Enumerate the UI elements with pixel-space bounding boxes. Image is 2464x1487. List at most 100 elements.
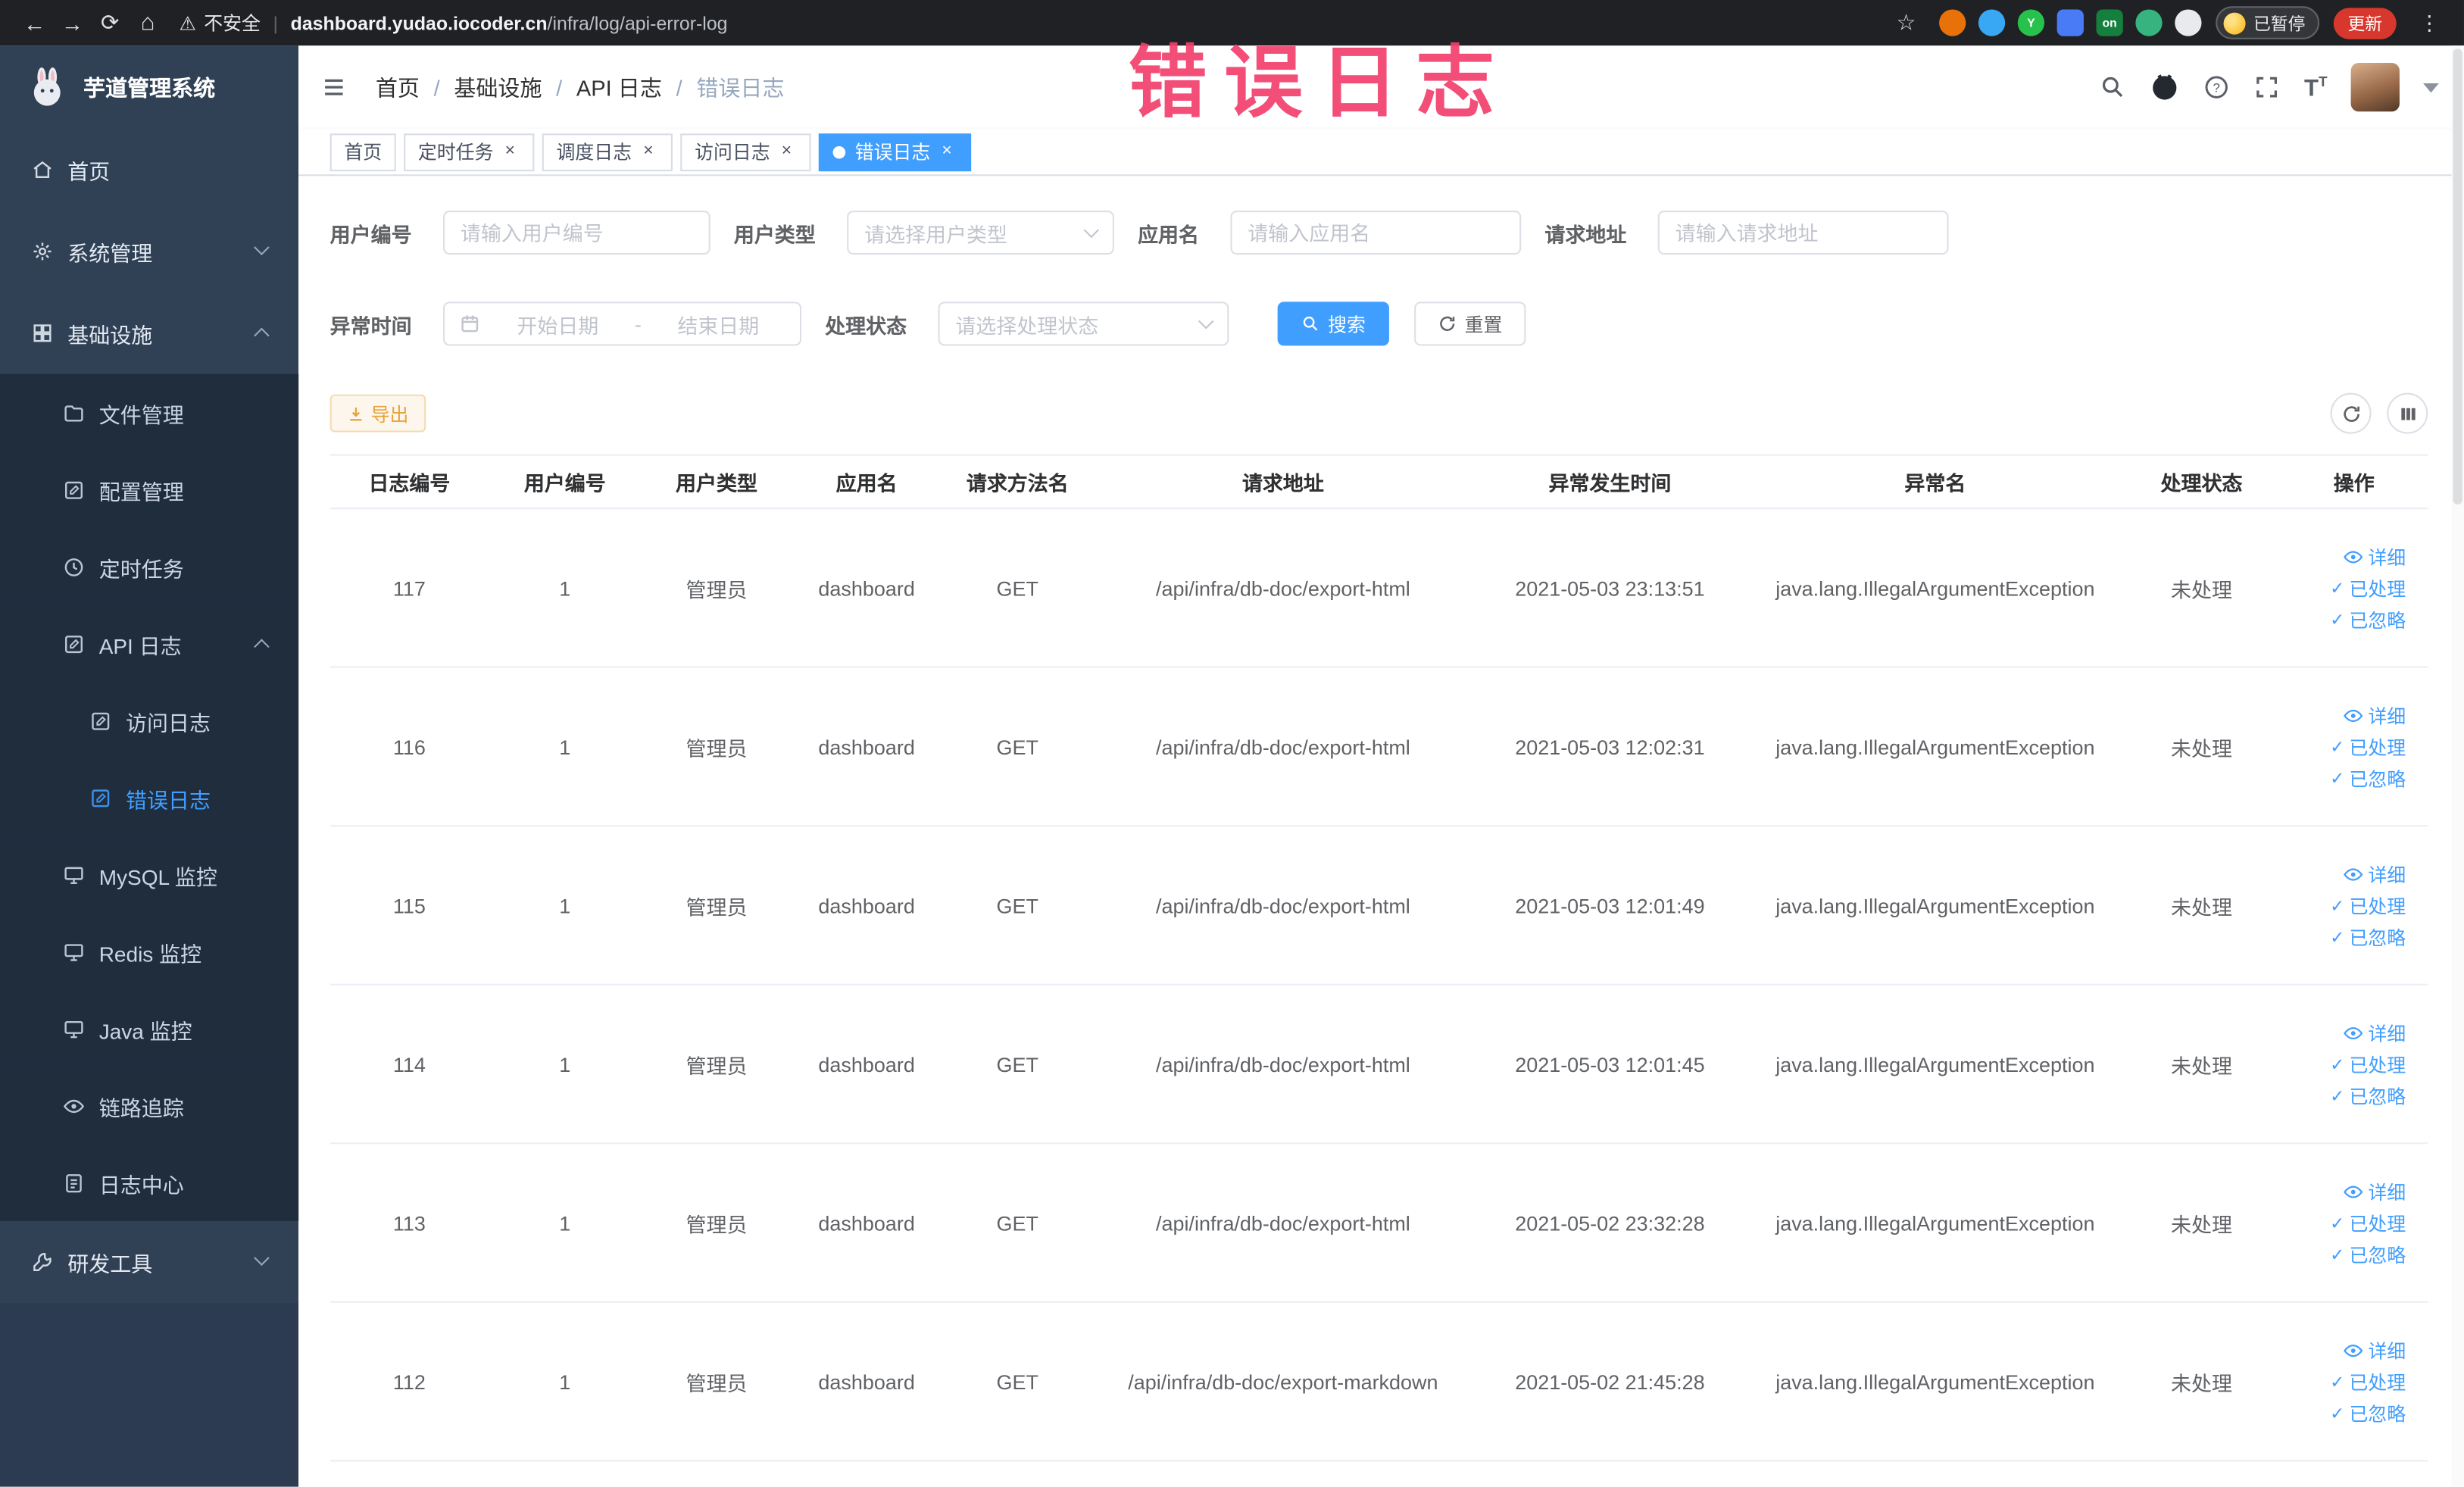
- export-button[interactable]: 导出: [329, 394, 426, 433]
- mark-processed-link[interactable]: 已处理: [2330, 1368, 2406, 1395]
- browser-home-icon[interactable]: [129, 4, 167, 42]
- sidebar-item[interactable]: 日志中心: [0, 1144, 299, 1221]
- request-url-input[interactable]: [1657, 210, 1949, 255]
- sidebar-item[interactable]: API 日志: [0, 604, 299, 683]
- mark-processed-link[interactable]: 已处理: [2330, 1051, 2406, 1077]
- extension-on-badge-icon[interactable]: on: [2096, 9, 2123, 36]
- detail-link[interactable]: 详细: [2343, 1178, 2406, 1204]
- scrollbar[interactable]: [2451, 45, 2464, 1487]
- url-domain: dashboard.yudao.iocoder.cn: [290, 11, 548, 34]
- mark-processed-link[interactable]: 已处理: [2330, 892, 2406, 918]
- refresh-table-button[interactable]: [2330, 392, 2372, 434]
- extension-paw-icon[interactable]: [2175, 9, 2202, 36]
- tab-close-icon[interactable]: [776, 142, 797, 162]
- tab-close-icon[interactable]: [638, 142, 658, 162]
- cell-exception-time: 2021-05-03 12:02:31: [1515, 734, 1705, 758]
- tab[interactable]: 调度日志: [542, 133, 673, 171]
- cell-app-name: dashboard: [818, 576, 915, 600]
- user-id-input[interactable]: [443, 210, 710, 255]
- tab[interactable]: 定时任务: [404, 133, 535, 171]
- sidebar-item[interactable]: 访问日志: [0, 682, 299, 760]
- extension-blue-grid-icon[interactable]: [2056, 9, 2084, 36]
- detail-link[interactable]: 详细: [2343, 543, 2406, 570]
- browser-forward-icon[interactable]: [54, 4, 92, 42]
- cell-app-name: dashboard: [818, 1211, 915, 1235]
- app-name-input[interactable]: [1230, 210, 1522, 255]
- exception-time-label: 异常时间: [329, 313, 412, 338]
- help-icon[interactable]: [2203, 74, 2230, 101]
- detail-link[interactable]: 详细: [2343, 861, 2406, 887]
- cell-request-url: /api/infra/db-doc/export-html: [1155, 1051, 1410, 1076]
- tags-bar: 首页 定时任务 调度日志 访问日志: [298, 129, 2464, 177]
- extension-orange-icon[interactable]: [1939, 9, 1966, 36]
- mark-processed-link[interactable]: 已处理: [2330, 574, 2406, 601]
- breadcrumb-item[interactable]: 首页: [376, 71, 454, 102]
- fullscreen-icon[interactable]: [2254, 74, 2281, 101]
- filter-row-2: 异常时间 开始日期 - 结束日期 处理状态 请选择处理状态 搜索 重置: [329, 301, 2428, 346]
- detail-link[interactable]: 详细: [2343, 1336, 2406, 1363]
- mark-ignored-link[interactable]: 已忽略: [2330, 1082, 2406, 1108]
- mark-ignored-link[interactable]: 已忽略: [2330, 923, 2406, 950]
- sidebar-item[interactable]: 定时任务: [0, 528, 299, 605]
- caret-down-icon[interactable]: [2423, 82, 2439, 92]
- sidebar-item[interactable]: 错误日志: [0, 759, 299, 836]
- avatar[interactable]: [2350, 62, 2400, 112]
- breadcrumb-item[interactable]: 错误日志: [696, 71, 784, 102]
- security-chip[interactable]: 不安全: [180, 9, 261, 36]
- browser-back-icon[interactable]: [16, 4, 54, 42]
- extension-green-leaf-icon[interactable]: [2135, 9, 2163, 36]
- mark-ignored-link[interactable]: 已忽略: [2330, 764, 2406, 791]
- font-size-icon[interactable]: T: [2304, 73, 2327, 102]
- column-header: 用户类型: [676, 471, 757, 495]
- sidebar-item[interactable]: Java 监控: [0, 989, 299, 1067]
- menu-icon: [63, 1017, 85, 1039]
- sidebar-item[interactable]: 首页: [0, 129, 298, 211]
- mark-ignored-link[interactable]: 已忽略: [2330, 1399, 2406, 1426]
- tab[interactable]: 首页: [329, 133, 396, 171]
- breadcrumb-item[interactable]: 基础设施: [454, 71, 576, 102]
- table-row: 113 1 管理员 dashboard GET /api/infra/db-do…: [329, 1144, 2428, 1303]
- sidebar-item[interactable]: 配置管理: [0, 451, 299, 529]
- eye-icon: [2343, 864, 2363, 884]
- detail-link[interactable]: 详细: [2343, 1019, 2406, 1045]
- tab[interactable]: 访问日志: [680, 133, 811, 171]
- sidebar-item[interactable]: MySQL 监控: [0, 836, 299, 914]
- extension-blue-icon[interactable]: [1978, 9, 2006, 36]
- breadcrumb-item[interactable]: API 日志: [576, 71, 696, 102]
- sidebar-item[interactable]: 系统管理: [0, 211, 298, 292]
- exception-time-range-picker[interactable]: 开始日期 - 结束日期: [443, 301, 802, 346]
- search-icon: [1301, 314, 1320, 333]
- bookmark-star-icon[interactable]: [1888, 4, 1925, 42]
- search-button[interactable]: 搜索: [1277, 301, 1390, 346]
- sidebar-item[interactable]: 文件管理: [0, 373, 299, 451]
- search-icon[interactable]: [2100, 74, 2126, 101]
- sidebar-item[interactable]: 研发工具: [0, 1221, 298, 1303]
- extension-green-y-icon[interactable]: Y: [2017, 9, 2045, 36]
- sidebar-item[interactable]: 链路追踪: [0, 1067, 299, 1145]
- address-bar[interactable]: dashboard.yudao.iocoder.cn/infra/log/api…: [291, 12, 728, 34]
- mark-ignored-link[interactable]: 已忽略: [2330, 1241, 2406, 1267]
- github-icon[interactable]: [2150, 72, 2180, 102]
- scrollbar-thumb[interactable]: [2453, 48, 2462, 505]
- table-row: 114 1 管理员 dashboard GET /api/infra/db-do…: [329, 986, 2428, 1145]
- mark-ignored-link[interactable]: 已忽略: [2330, 606, 2406, 633]
- sidebar-item[interactable]: Redis 监控: [0, 913, 299, 990]
- hamburger-icon[interactable]: [320, 74, 347, 101]
- browser-reload-icon[interactable]: [91, 4, 129, 42]
- tab[interactable]: 错误日志: [818, 133, 972, 171]
- detail-link[interactable]: 详细: [2343, 701, 2406, 728]
- browser-menu-icon[interactable]: [2410, 4, 2448, 42]
- mark-processed-link[interactable]: 已处理: [2330, 1209, 2406, 1236]
- process-status-select[interactable]: 请选择处理状态: [938, 301, 1229, 346]
- update-button[interactable]: 更新: [2333, 7, 2397, 39]
- mark-processed-link[interactable]: 已处理: [2330, 733, 2406, 760]
- eye-icon: [2343, 1181, 2363, 1201]
- column-settings-button[interactable]: [2387, 392, 2428, 434]
- tab-close-icon[interactable]: [500, 142, 520, 162]
- chevron-down-icon: [1083, 222, 1100, 239]
- tab-close-icon[interactable]: [937, 142, 957, 162]
- reset-button[interactable]: 重置: [1414, 301, 1526, 346]
- paused-badge[interactable]: 已暂停: [2216, 6, 2320, 39]
- sidebar-item[interactable]: 基础设施: [0, 292, 298, 374]
- user-type-select[interactable]: 请选择用户类型: [847, 210, 1114, 255]
